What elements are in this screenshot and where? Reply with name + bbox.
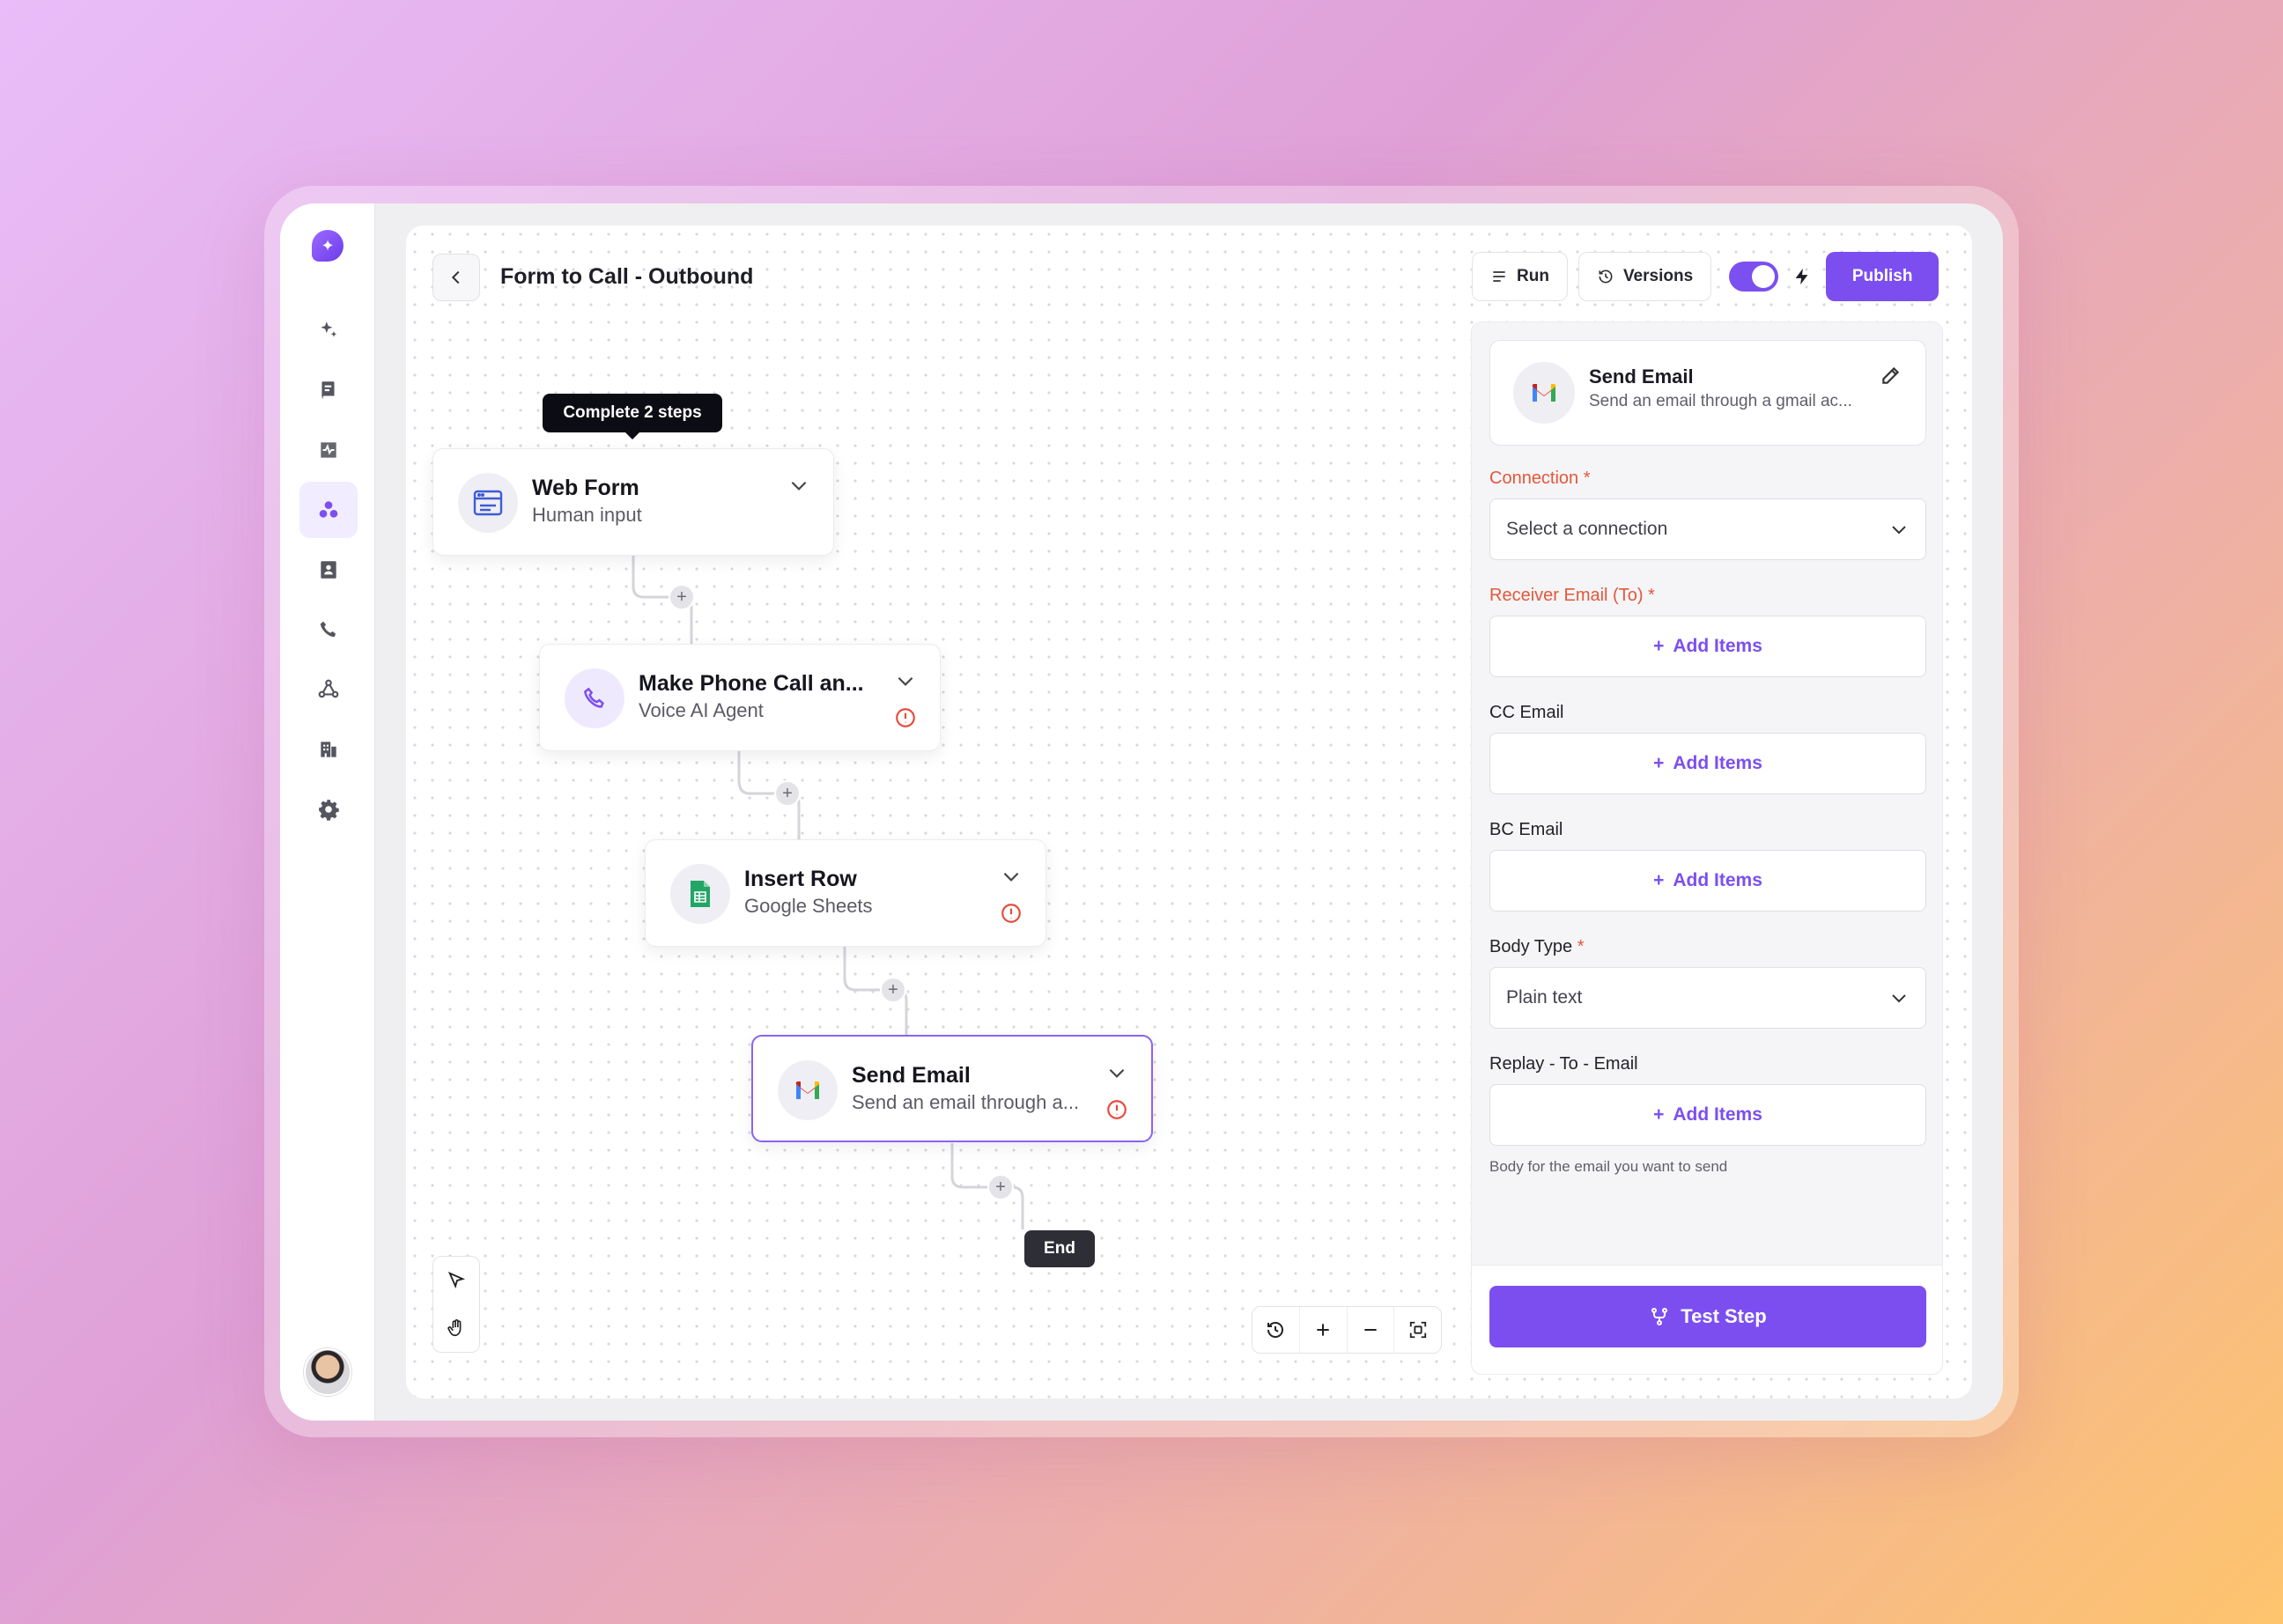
add-step-button[interactable]: + bbox=[669, 584, 695, 610]
connection-select[interactable]: Select a connection bbox=[1489, 498, 1926, 560]
google-sheets-icon bbox=[670, 864, 730, 924]
step-subtitle: Send an email through a gmail ac... bbox=[1589, 392, 1852, 410]
app-window: ✦ Form to Call - Outbound Run Versions P… bbox=[280, 203, 2003, 1421]
reply-to-email-add-button[interactable]: + Add Items bbox=[1489, 1084, 1926, 1146]
gmail-icon bbox=[1513, 362, 1575, 424]
chevron-down-icon bbox=[1892, 526, 1906, 535]
cc-email-add-button[interactable]: + Add Items bbox=[1489, 733, 1926, 794]
bc-email-add-button[interactable]: + Add Items bbox=[1489, 850, 1926, 912]
chevron-down-icon bbox=[1892, 994, 1906, 1003]
toolbar: Run Versions Publish bbox=[1472, 252, 1939, 301]
bc-email-label: BC Email bbox=[1489, 820, 1563, 839]
complete-steps-tooltip: Complete 2 steps bbox=[543, 394, 722, 439]
body-type-value: Plain text bbox=[1506, 987, 1583, 1008]
back-button[interactable] bbox=[432, 254, 480, 301]
run-label: Run bbox=[1517, 267, 1549, 285]
flow-node-web-form[interactable]: Web Form Human input bbox=[432, 448, 834, 556]
node-title: Insert Row bbox=[744, 867, 857, 891]
node-subtitle: Google Sheets bbox=[744, 895, 873, 917]
zoom-in-icon[interactable] bbox=[1300, 1307, 1348, 1353]
fit-screen-icon[interactable] bbox=[1394, 1307, 1441, 1353]
building-icon[interactable] bbox=[299, 721, 358, 778]
node-subtitle: Voice AI Agent bbox=[639, 699, 764, 721]
node-title: Send Email bbox=[852, 1063, 971, 1088]
warning-icon bbox=[1001, 904, 1021, 923]
add-items-label: Add Items bbox=[1673, 636, 1762, 656]
book-icon[interactable] bbox=[299, 362, 358, 418]
node-subtitle: Send an email through a... bbox=[852, 1091, 1080, 1113]
receiver-email-label: Receiver Email (To) * bbox=[1489, 586, 1655, 605]
contacts-icon[interactable] bbox=[299, 542, 358, 598]
run-button[interactable]: Run bbox=[1472, 252, 1568, 301]
pencil-icon[interactable] bbox=[1880, 364, 1903, 387]
warning-icon bbox=[896, 708, 915, 727]
add-step-button[interactable]: + bbox=[774, 780, 801, 807]
warning-icon bbox=[1107, 1100, 1127, 1119]
node-subtitle: Human input bbox=[532, 504, 642, 526]
browser-window-icon bbox=[458, 473, 518, 533]
gear-icon[interactable] bbox=[299, 781, 358, 838]
add-step-button[interactable]: + bbox=[987, 1174, 1014, 1200]
plus-icon: + bbox=[1653, 870, 1665, 890]
body-type-label: Body Type * bbox=[1489, 937, 1585, 956]
cc-email-label: CC Email bbox=[1489, 703, 1564, 722]
receiver-email-add-button[interactable]: + Add Items bbox=[1489, 616, 1926, 677]
workflow-active-toggle[interactable] bbox=[1729, 262, 1779, 292]
step-config-panel: Send Email Send an email through a gmail… bbox=[1471, 321, 1943, 1375]
versions-label: Versions bbox=[1622, 267, 1694, 285]
plus-icon: + bbox=[1653, 636, 1665, 656]
page-title: Form to Call - Outbound bbox=[500, 264, 754, 289]
flow-node-phone-call[interactable]: Make Phone Call an... Voice AI Agent bbox=[539, 644, 941, 751]
avatar[interactable] bbox=[304, 1348, 351, 1396]
add-items-label: Add Items bbox=[1673, 753, 1762, 773]
zoom-controls bbox=[1252, 1306, 1442, 1354]
sidebar: ✦ bbox=[280, 203, 375, 1421]
flow-branch-icon bbox=[1651, 1308, 1668, 1325]
reply-to-email-label: Replay - To - Email bbox=[1489, 1054, 1638, 1074]
activity-icon[interactable] bbox=[299, 422, 358, 478]
publish-button[interactable]: Publish bbox=[1826, 252, 1939, 301]
step-summary-card: Send Email Send an email through a gmail… bbox=[1489, 340, 1926, 446]
cursor-icon[interactable] bbox=[433, 1257, 479, 1304]
test-step-button[interactable]: Test Step bbox=[1489, 1286, 1926, 1347]
flow-node-send-email[interactable]: Send Email Send an email through a... bbox=[751, 1035, 1153, 1142]
canvas-tools bbox=[432, 1256, 480, 1353]
phone-icon bbox=[565, 668, 624, 728]
phone-icon[interactable] bbox=[299, 602, 358, 658]
body-hint: Body for the email you want to send bbox=[1489, 1158, 1728, 1175]
chevron-down-icon[interactable] bbox=[894, 669, 917, 692]
end-node: End bbox=[1024, 1230, 1095, 1267]
sparkle-logo[interactable]: ✦ bbox=[312, 230, 344, 262]
bolt-icon[interactable] bbox=[1789, 263, 1815, 290]
versions-button[interactable]: Versions bbox=[1577, 252, 1712, 301]
workflow-icon[interactable] bbox=[299, 482, 358, 538]
zoom-out-icon[interactable] bbox=[1348, 1307, 1395, 1353]
sparkles-icon[interactable] bbox=[299, 302, 358, 358]
plus-icon: + bbox=[1653, 1104, 1665, 1125]
node-title: Web Form bbox=[532, 476, 639, 500]
plus-icon: + bbox=[1653, 753, 1665, 773]
chevron-down-icon[interactable] bbox=[1000, 865, 1023, 888]
chevron-down-icon[interactable] bbox=[787, 474, 810, 497]
history-icon[interactable] bbox=[1252, 1307, 1300, 1353]
test-step-label: Test Step bbox=[1681, 1305, 1767, 1327]
list-icon bbox=[1493, 271, 1505, 282]
connection-label: Connection * bbox=[1489, 469, 1591, 488]
connection-placeholder: Select a connection bbox=[1506, 519, 1668, 539]
body-type-select[interactable]: Plain text bbox=[1489, 967, 1926, 1029]
add-step-button[interactable]: + bbox=[880, 977, 906, 1003]
workflow-canvas[interactable]: Form to Call - Outbound Run Versions Pub… bbox=[406, 225, 1972, 1399]
flow-node-insert-row[interactable]: Insert Row Google Sheets bbox=[645, 839, 1046, 947]
integrations-icon[interactable] bbox=[299, 661, 358, 718]
add-items-label: Add Items bbox=[1673, 1104, 1762, 1125]
history-icon bbox=[1599, 269, 1613, 284]
gmail-icon bbox=[778, 1060, 838, 1120]
chevron-left-icon bbox=[451, 270, 460, 284]
add-items-label: Add Items bbox=[1673, 870, 1762, 890]
hand-icon[interactable] bbox=[433, 1304, 479, 1352]
node-title: Make Phone Call an... bbox=[639, 671, 864, 696]
step-title: Send Email bbox=[1589, 365, 1694, 388]
chevron-down-icon[interactable] bbox=[1105, 1061, 1128, 1084]
